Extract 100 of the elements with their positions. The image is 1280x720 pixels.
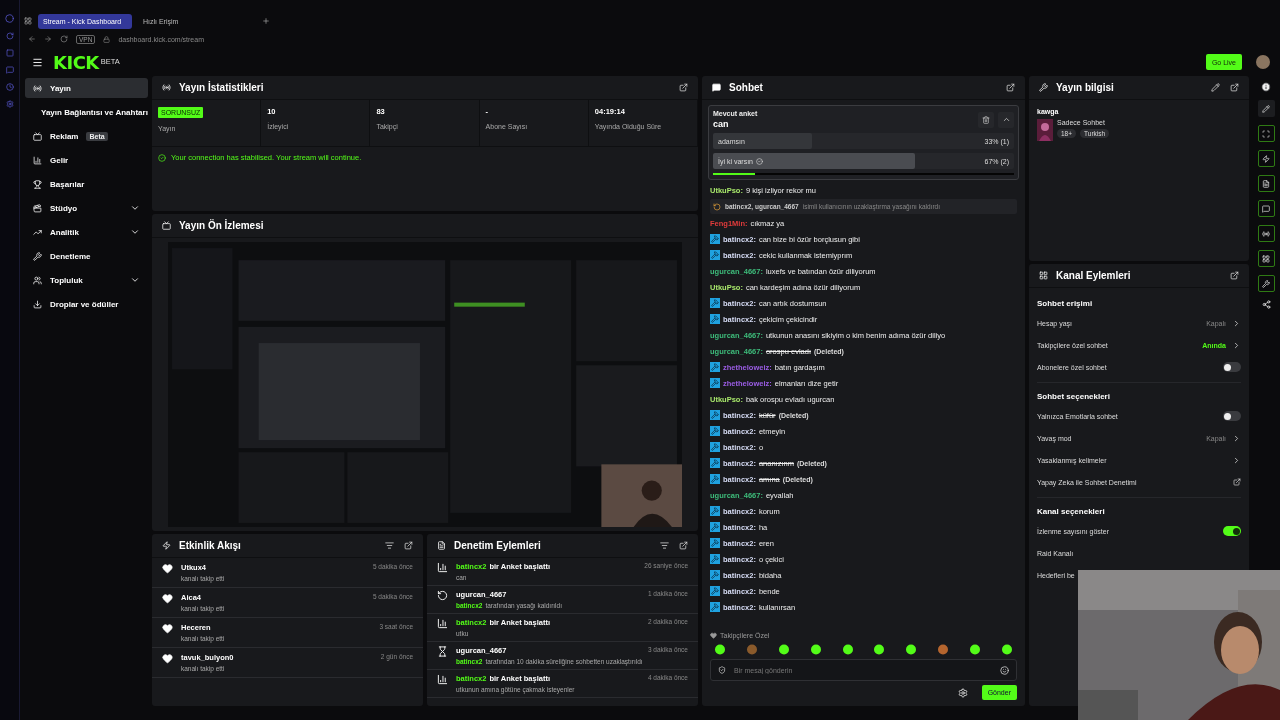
reload-icon[interactable] xyxy=(60,35,68,43)
toggle-switch[interactable] xyxy=(1223,411,1241,421)
menu-icon[interactable] xyxy=(32,56,43,68)
grid-icon xyxy=(1039,271,1048,280)
edit-icon[interactable] xyxy=(1211,83,1220,92)
emote-icon[interactable] xyxy=(905,643,918,655)
forward-icon[interactable] xyxy=(44,35,52,43)
trophy-icon xyxy=(33,179,42,189)
chevron-down-icon xyxy=(130,203,140,213)
sidebar-item[interactable]: Denetleme xyxy=(25,246,148,266)
panel-title: Etkinlik Akışı xyxy=(179,540,241,551)
radio-icon xyxy=(162,83,171,92)
chevron-right-icon[interactable] xyxy=(1232,340,1241,350)
chat-bubble-icon xyxy=(1262,204,1270,213)
pop-out-icon[interactable] xyxy=(679,541,688,550)
undo-icon xyxy=(713,202,721,211)
emoji-icon[interactable] xyxy=(1000,665,1009,675)
emote-icon[interactable] xyxy=(969,643,981,655)
nodes-icon[interactable] xyxy=(1261,300,1271,309)
filter-icon[interactable] xyxy=(385,541,394,550)
chevron-up-icon xyxy=(1001,115,1011,124)
document-icon xyxy=(1262,179,1270,188)
heart-icon xyxy=(710,632,717,639)
lock-icon xyxy=(103,35,111,43)
emote-icon[interactable] xyxy=(809,643,822,655)
sidebar-item[interactable]: Droplar ve ödüller xyxy=(25,294,148,314)
emote-icon[interactable] xyxy=(873,643,886,655)
heart-icon xyxy=(162,653,173,664)
pencil-icon xyxy=(1262,104,1270,113)
tv-icon xyxy=(33,131,42,141)
section-title: Kanal seçenekleri xyxy=(1037,505,1106,518)
chat-button[interactable] xyxy=(1257,200,1275,217)
tabs-icon[interactable] xyxy=(24,17,32,25)
radio-icon xyxy=(33,83,42,93)
lightning-button[interactable] xyxy=(1257,150,1275,167)
broadcast-button[interactable] xyxy=(1257,225,1275,242)
wrench-button[interactable] xyxy=(1257,275,1275,292)
toggle-switch[interactable] xyxy=(1223,362,1241,372)
trend-chart-icon xyxy=(33,227,42,237)
chevron-down-icon xyxy=(130,227,140,237)
info-icon[interactable] xyxy=(1261,82,1271,92)
poll-question: can xyxy=(713,119,730,129)
check-circle-icon xyxy=(158,153,166,162)
chat-bubble-icon xyxy=(712,83,721,92)
heart-icon xyxy=(162,623,173,634)
panel-title: Yayın İstatistikleri xyxy=(179,82,264,93)
wrench-icon xyxy=(1262,279,1270,288)
new-tab-icon[interactable] xyxy=(262,17,270,25)
panel-title: Yayın bilgisi xyxy=(1056,82,1114,93)
tv-icon xyxy=(162,221,171,230)
sidebar-item[interactable]: Gelir xyxy=(25,150,148,170)
delete-button[interactable] xyxy=(978,111,994,128)
sidebar-item[interactable]: Yayın Bağlantısı ve Anahtarı xyxy=(25,102,148,122)
chevron-down-icon xyxy=(130,275,140,285)
panel-title: Sohbet xyxy=(729,82,763,93)
pop-out-icon[interactable] xyxy=(679,83,688,92)
toggle-switch[interactable] xyxy=(1223,526,1241,536)
scan-button[interactable] xyxy=(1257,125,1275,142)
download-icon xyxy=(33,299,42,309)
grid-button[interactable] xyxy=(1257,250,1275,267)
document-button[interactable] xyxy=(1257,175,1275,192)
wrench-icon xyxy=(1039,83,1048,92)
bar-chart-icon xyxy=(437,674,448,685)
edit-button[interactable] xyxy=(1257,100,1275,117)
emote-icon[interactable] xyxy=(841,643,854,655)
panel-title: Yayın Ön İzlemesi xyxy=(179,220,264,231)
sidebar-item[interactable]: Stüdyo xyxy=(25,198,148,218)
document-icon xyxy=(437,541,446,550)
check-circle-icon xyxy=(756,157,763,165)
section-title: Sohbet erişimi xyxy=(1037,297,1094,310)
hourglass-icon xyxy=(437,646,448,657)
sidebar-item[interactable]: Başarılar xyxy=(25,174,148,194)
bar-chart-icon xyxy=(33,155,42,165)
sidebar-item[interactable]: Topluluk xyxy=(25,270,148,290)
broadcast-icon xyxy=(1262,229,1270,238)
pop-out-icon[interactable] xyxy=(1230,83,1239,92)
emote-icon[interactable] xyxy=(1000,643,1013,655)
back-icon[interactable] xyxy=(28,35,36,43)
pop-out-icon[interactable] xyxy=(1006,83,1015,92)
avatar[interactable] xyxy=(1256,55,1270,69)
sidebar-item[interactable]: Analitik xyxy=(25,222,148,242)
scan-icon xyxy=(1262,129,1270,138)
bar-chart-icon xyxy=(437,618,448,629)
chevron-right-icon[interactable] xyxy=(1232,455,1241,465)
panel-title: Denetim Eylemleri xyxy=(454,540,541,551)
heart-icon xyxy=(162,563,173,574)
pop-out-icon[interactable] xyxy=(404,541,413,550)
undo-icon xyxy=(437,590,448,601)
chevron-right-icon[interactable] xyxy=(1232,433,1241,443)
external-link-icon[interactable] xyxy=(1233,478,1241,486)
bar-chart-icon xyxy=(437,562,448,573)
logo: KICK xyxy=(53,51,99,73)
sidebar-item[interactable]: Yayın xyxy=(25,78,148,98)
pop-out-icon[interactable] xyxy=(1230,271,1239,280)
clapperboard-icon xyxy=(33,203,42,213)
emote-icon[interactable] xyxy=(714,643,726,655)
wrench-icon xyxy=(33,251,42,261)
chevron-right-icon[interactable] xyxy=(1232,318,1241,328)
filter-icon[interactable] xyxy=(660,541,669,550)
emote-icon[interactable] xyxy=(777,643,790,655)
